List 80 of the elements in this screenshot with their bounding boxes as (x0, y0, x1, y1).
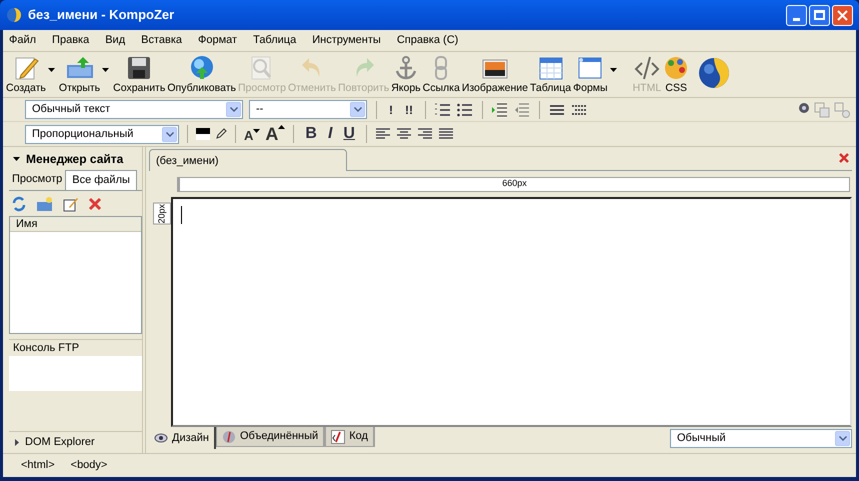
eye-icon (154, 433, 168, 443)
folder-arrow-icon (64, 55, 95, 81)
new-folder-icon[interactable] (36, 196, 54, 212)
table-grid-icon (538, 55, 564, 81)
dropdown-caret-icon (610, 68, 617, 72)
element-path-tag[interactable]: <body> (70, 457, 108, 474)
outdent-icon[interactable] (514, 102, 530, 116)
view-tab[interactable]: Объединённый (216, 427, 326, 447)
toolbar-button[interactable]: Создать (5, 52, 58, 96)
toolbar-button[interactable]: Изображение (460, 52, 529, 96)
delete-icon[interactable] (88, 196, 102, 210)
horizontal-lines-icon[interactable] (549, 102, 565, 116)
menu-item[interactable]: Вставка (141, 32, 182, 49)
ftp-console-title: Консоль FTP (12, 341, 80, 356)
refresh-icon[interactable] (11, 196, 27, 212)
close-tab-icon[interactable] (838, 152, 850, 164)
font-select[interactable]: Пропорциональный (25, 124, 179, 144)
document-tab[interactable]: (без_имени) (149, 149, 347, 171)
toolbar-button[interactable]: Таблица (528, 52, 572, 96)
width-ruler: 660px (177, 176, 850, 192)
caret-icon (253, 129, 260, 133)
palette-icon (663, 55, 690, 81)
dashed-lines-icon[interactable] (571, 102, 587, 116)
toolbar-button[interactable]: Ссылка (422, 52, 461, 96)
menu-item[interactable]: Формат (198, 32, 238, 49)
toolbar-button[interactable]: CSS (662, 52, 690, 96)
close-icon (837, 10, 848, 20)
text-color-swatch[interactable] (196, 128, 210, 140)
dom-explorer-title[interactable]: DOM Explorer (25, 434, 95, 451)
code-pen-icon (634, 55, 660, 81)
sidebar-title: Менеджер сайта (26, 151, 124, 168)
column-header[interactable]: Имя (10, 217, 141, 232)
toolbar-button[interactable]: Сохранить (112, 52, 166, 96)
emphasis-button[interactable]: ! (386, 100, 396, 118)
align-left-icon[interactable] (374, 127, 391, 141)
maximize-button[interactable] (809, 4, 830, 26)
minimize-button[interactable] (786, 4, 807, 26)
edit-icon[interactable] (63, 196, 79, 212)
form-window-icon (577, 55, 604, 81)
mode-select[interactable]: Обычный (670, 429, 852, 448)
expand-triangle-icon[interactable] (15, 439, 19, 446)
toolbar-button[interactable]: Якорь (390, 52, 422, 96)
underline-button[interactable]: U (340, 122, 358, 146)
element-path-tag[interactable]: <html> (21, 457, 55, 474)
dropdown-caret-icon (48, 68, 55, 72)
menu-item[interactable]: Файл (9, 32, 36, 49)
toolbar-button[interactable]: Формы (572, 52, 620, 96)
caret-icon (278, 125, 286, 129)
menu-item[interactable]: Инструменты (312, 32, 381, 49)
emphasis-button[interactable]: !! (402, 100, 416, 118)
class-select[interactable]: -- (249, 100, 367, 119)
editing-area[interactable] (171, 197, 852, 427)
paragraph-format-select[interactable]: Обычный текст (25, 100, 243, 119)
view-label: Просмотр (11, 172, 64, 186)
bold-button[interactable]: B (302, 122, 320, 146)
align-center-icon[interactable] (396, 127, 412, 141)
toolbar-button[interactable]: Открыть (58, 52, 112, 96)
code-icon (331, 430, 346, 444)
window-title: без_имени - KompoZer (28, 6, 174, 24)
view-tab[interactable]: Код (325, 427, 375, 447)
pencil-page-icon (12, 55, 39, 81)
text-cursor (181, 206, 182, 224)
toolbar-button[interactable]: Опубликовать (166, 52, 237, 96)
numbered-list-icon[interactable] (435, 102, 451, 116)
smaller-font-button[interactable]: A (244, 126, 260, 142)
bulleted-list-icon[interactable] (457, 102, 473, 116)
indent-icon[interactable] (492, 102, 508, 116)
margin-ruler: 20px (153, 203, 171, 225)
menu-item[interactable]: Вид (105, 32, 126, 49)
align-right-icon[interactable] (416, 127, 433, 141)
menu-item[interactable]: Таблица (253, 32, 296, 49)
close-button[interactable] (832, 4, 853, 26)
italic-button[interactable]: I (324, 122, 336, 146)
menu-item[interactable]: Справка (C) (396, 32, 458, 49)
pencil-icon[interactable] (215, 128, 227, 140)
justify-icon[interactable] (438, 127, 454, 141)
dropdown-caret-icon (102, 68, 110, 72)
menu-item[interactable]: Правка (52, 32, 90, 49)
larger-font-button[interactable]: A (265, 125, 286, 143)
all-files-tab[interactable]: Все файлы (65, 170, 137, 190)
